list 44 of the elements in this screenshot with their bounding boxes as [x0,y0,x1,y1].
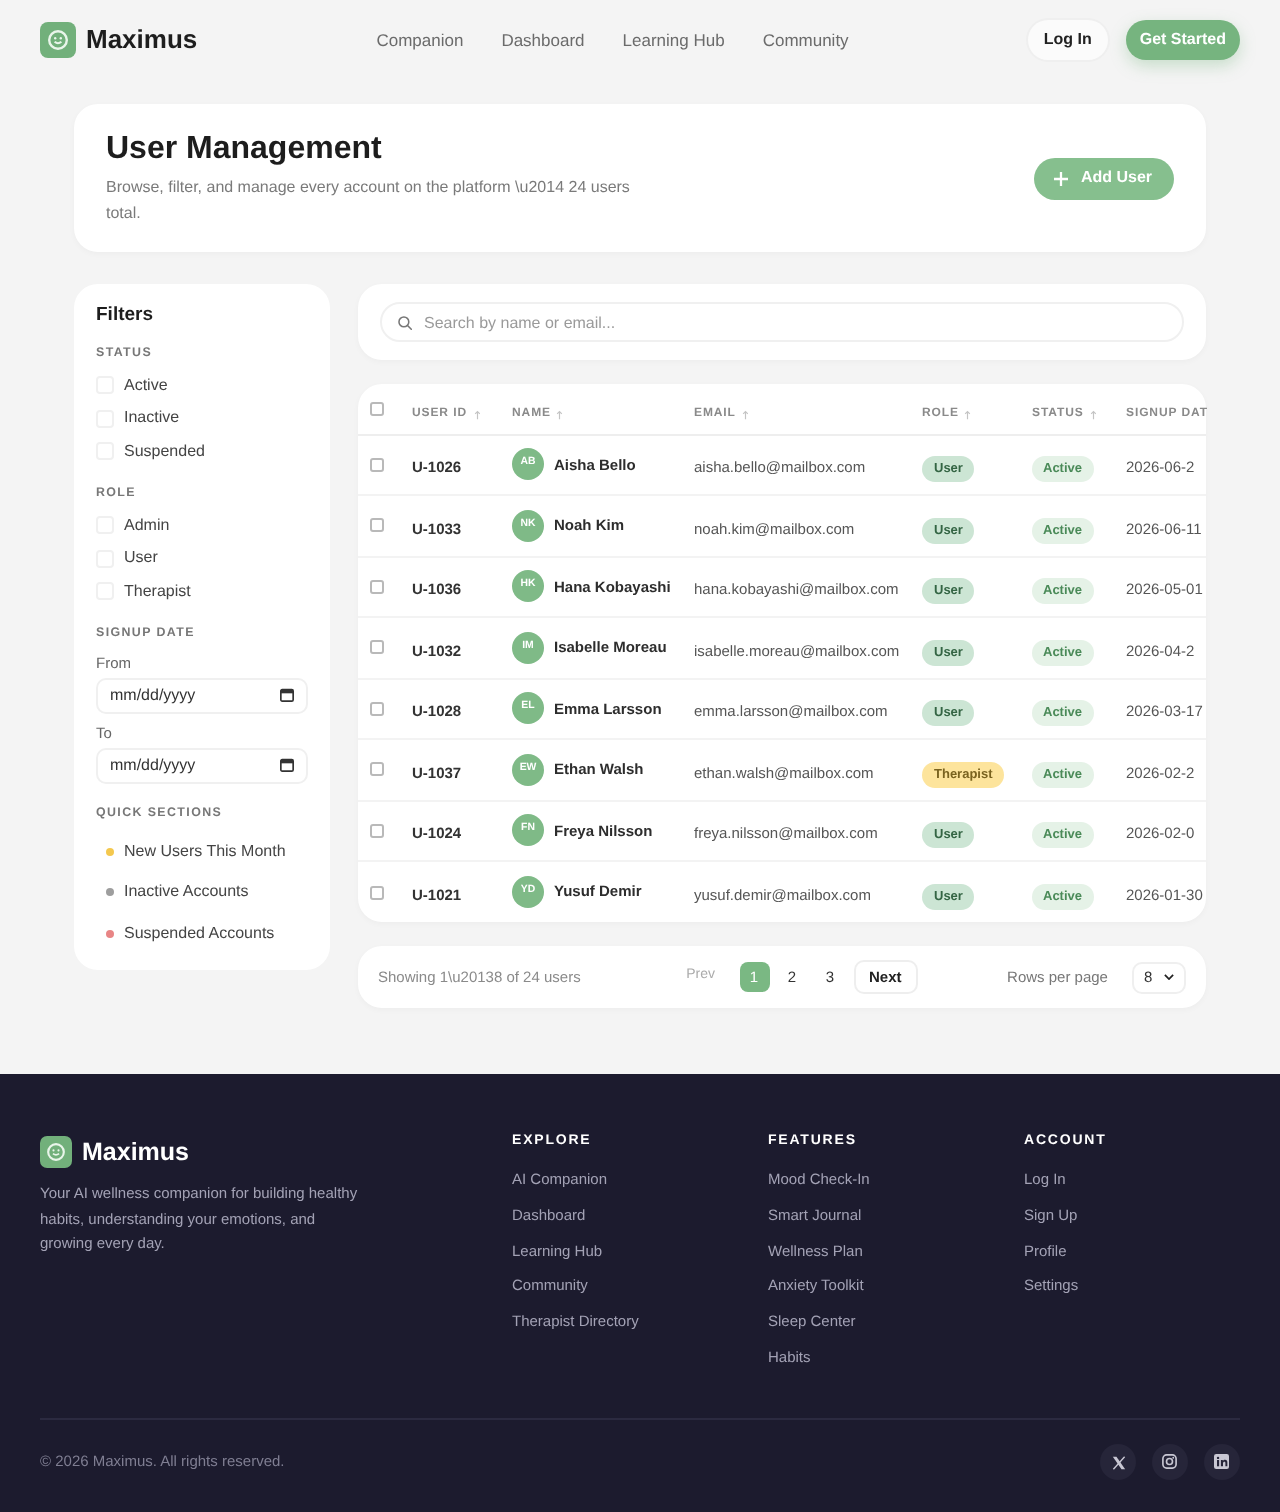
row-checkbox[interactable] [370,579,384,594]
social-button[interactable] [1204,1444,1240,1480]
checkbox-label: Suspended [124,441,205,462]
page-subtitle: Browse, filter, and manage every account on the platform \u2014 24 users total. [106,175,632,225]
smiley-logo-icon [40,22,76,58]
quick-section-link[interactable]: Suspended Accounts [96,913,308,954]
checkbox-label: Active [124,375,168,396]
checkbox-label: Admin [124,515,170,536]
brand-name: Maximus [82,1136,189,1168]
x-logo-icon [1111,1455,1125,1469]
smiley-logo-icon [40,1136,72,1168]
brand-name: Maximus [86,22,198,59]
plus-icon [1054,171,1069,185]
search-field[interactable]: Search by name or email... [380,302,1184,342]
row-checkbox[interactable] [370,823,384,838]
date-field[interactable]: mm/dd/yyyy [96,747,308,784]
date-field[interactable]: mm/dd/yyyy [96,677,308,714]
social-button[interactable] [1100,1444,1136,1480]
filters-title: Filters [96,304,156,328]
row-checkbox[interactable] [370,885,384,899]
quick-section-link[interactable]: Inactive Accounts [96,872,308,913]
checkbox-label: Inactive [124,408,180,429]
row-checkbox[interactable] [370,518,384,533]
row-checkbox[interactable] [370,640,384,655]
calendar-icon [280,688,294,703]
row-checkbox[interactable] [370,457,384,472]
nav-link[interactable]: Community [762,28,849,52]
nav-link[interactable]: Learning Hub [622,28,725,52]
linkedin-icon [1214,1454,1230,1470]
row-checkbox[interactable] [370,762,384,777]
row-checkbox[interactable] [370,701,384,716]
select-all-checkbox[interactable] [370,401,384,416]
calendar-icon [280,758,294,773]
nav-link[interactable]: Companion [376,28,464,52]
checkbox-label: User [124,548,158,569]
camera-icon [1162,1454,1178,1470]
social-button[interactable] [1152,1444,1188,1480]
quick-section-link[interactable]: New Users This Month [96,831,308,872]
checkbox-label: Therapist [124,581,191,602]
nav-link[interactable]: Dashboard [501,28,585,52]
page-title: User Management [106,131,384,167]
search-icon [398,315,412,329]
login-button[interactable]: Log In [1027,20,1108,60]
chevron-down-icon [1163,973,1174,981]
